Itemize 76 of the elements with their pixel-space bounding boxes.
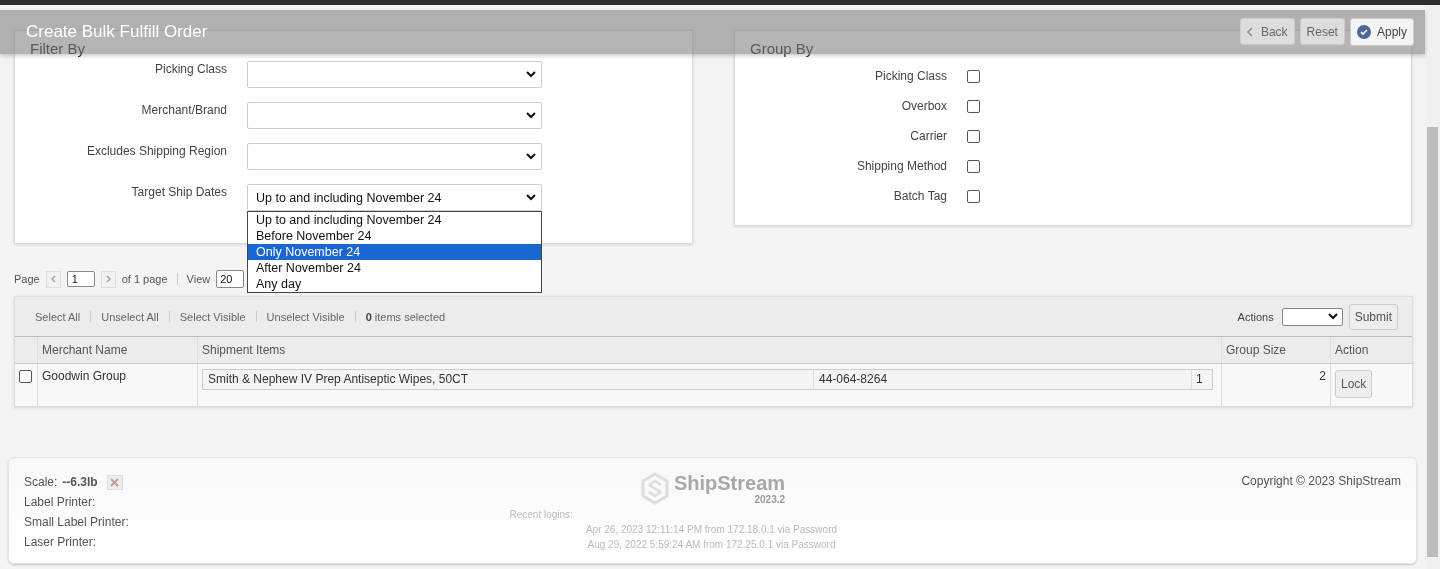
check-circle-icon	[1356, 25, 1371, 39]
checkbox[interactable]	[967, 69, 980, 83]
chevron-left-icon	[50, 275, 56, 283]
login-entry: Apr 26, 2023 12:11:14 PM from 172.18.0.1 via Password	[584, 524, 839, 535]
close-button[interactable]	[106, 474, 123, 490]
actions-select[interactable]	[1281, 307, 1343, 326]
page-label: Page	[14, 273, 40, 285]
logo-text: ShipStream	[673, 472, 786, 494]
copyright-text: Copyright © 2023 ShipStream	[1240, 473, 1401, 490]
chevron-down-icon	[526, 112, 536, 119]
select-field[interactable]	[247, 61, 542, 88]
option-label: Carrier	[909, 129, 947, 143]
toolbar-link[interactable]: Select Visible	[179, 310, 246, 323]
row-checkbox[interactable]	[19, 370, 32, 383]
field-label: Picking Class	[153, 61, 227, 76]
login-entry: Aug 29, 2022 5:59:24 AM from 172.25.0.1 via Password	[586, 539, 837, 550]
page-title: Create Bulk Fulfill Order	[26, 22, 208, 42]
actions-label: Actions	[1237, 310, 1274, 323]
option-label: Batch Tag	[892, 189, 947, 203]
field-label: Target Ship Dates	[130, 184, 227, 199]
dropdown-option[interactable]: Only November 24	[248, 244, 541, 260]
dropdown-option[interactable]: Before November 24	[248, 228, 541, 244]
scale-value: --6.3lb	[62, 475, 98, 489]
page-count: of 1 page	[121, 273, 168, 285]
checkbox[interactable]	[967, 129, 980, 143]
select-field[interactable]: Up to and including November 24	[247, 184, 542, 211]
field-label: Merchant/Brand	[140, 102, 227, 117]
item-quantity: 1	[1195, 371, 1204, 388]
item-name: Smith & Nephew IV Prep Antiseptic Wipes, 50CT	[203, 370, 814, 389]
view-select[interactable]: 20	[216, 270, 245, 288]
dropdown-option[interactable]: Any day	[248, 276, 541, 292]
toolbar-link[interactable]: Unselect All	[101, 310, 159, 323]
field-label: Excludes Shipping Region	[85, 143, 227, 158]
printer-label: Laser Printer:	[24, 534, 98, 551]
chevron-left-icon	[1246, 26, 1253, 37]
table-cell: 2	[1221, 363, 1331, 406]
select-field[interactable]	[247, 102, 542, 129]
toolbar-link[interactable]: Unselect Visible	[266, 310, 345, 323]
printer-label: Label Printer:	[24, 494, 97, 511]
checkbox[interactable]	[967, 189, 980, 203]
chevron-down-icon	[1327, 313, 1338, 320]
scrollbar[interactable]	[1425, 5, 1440, 569]
submit-button[interactable]: Submit	[1348, 303, 1398, 330]
checkbox[interactable]	[967, 99, 980, 113]
page-input[interactable]: 1	[66, 271, 95, 287]
select-field[interactable]	[247, 143, 542, 170]
option-label: Overbox	[900, 99, 947, 113]
recent-logins-label: Recent logins:	[509, 509, 573, 520]
table-cell: Goodwin Group	[37, 363, 198, 406]
scale-label: Scale:	[24, 475, 58, 489]
view-label: View	[186, 273, 211, 285]
column-header: Merchant Name	[37, 337, 198, 364]
item-sku: 44-064-8264	[814, 370, 1192, 389]
chevron-right-icon	[105, 275, 111, 283]
close-icon	[110, 477, 120, 487]
apply-button[interactable]: Apply	[1349, 18, 1414, 46]
chevron-down-icon	[526, 153, 536, 160]
option-label: Shipping Method	[855, 159, 947, 173]
column-header: Shipment Items	[197, 337, 1222, 364]
panel-title: Group By	[750, 39, 814, 59]
column-header: Group Size	[1221, 337, 1331, 364]
reset-button[interactable]: Reset	[1299, 18, 1345, 45]
printer-label: Small Label Printer:	[24, 514, 130, 531]
lock-button[interactable]: Lock	[1335, 370, 1373, 398]
version-text: 2023.2	[754, 494, 786, 505]
chevron-down-icon	[526, 194, 536, 201]
dropdown-option[interactable]: Up to and including November 24	[248, 212, 541, 228]
toolbar-link[interactable]: Select All	[35, 310, 81, 323]
dropdown-option[interactable]: After November 24	[248, 260, 541, 276]
column-header: Action	[1330, 337, 1412, 364]
back-button[interactable]: Back	[1239, 18, 1295, 45]
option-label: Picking Class	[873, 69, 947, 83]
chevron-down-icon	[526, 71, 536, 78]
selected-count: 0 items selected	[365, 310, 446, 323]
logo-icon	[639, 472, 670, 505]
checkbox[interactable]	[967, 159, 980, 173]
